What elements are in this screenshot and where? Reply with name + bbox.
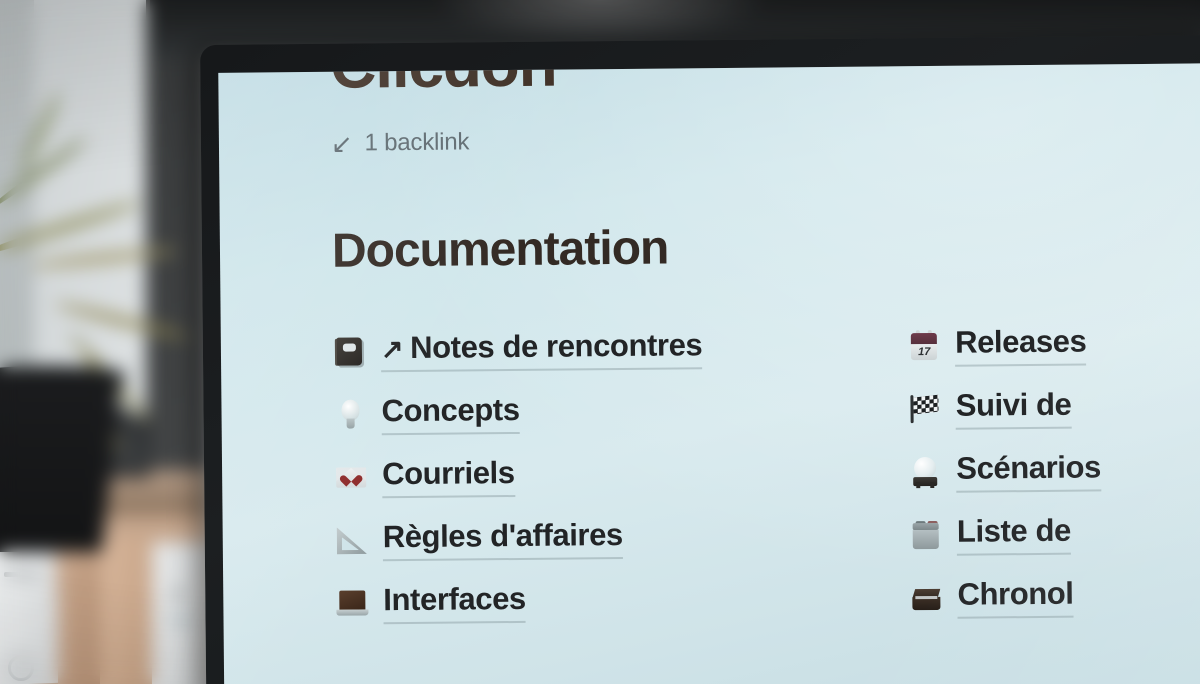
love-letter-icon [334, 460, 368, 494]
card-box-icon [909, 517, 943, 551]
list-item-label: Notes de rencontres [409, 326, 703, 365]
calendar-day: 17 [911, 343, 938, 360]
list-item[interactable]: ↗ Notes de rencontres [333, 314, 908, 383]
monitor-screen: Clicdon ↙ 1 backlink Documentation ↗ Not… [218, 63, 1200, 684]
arrow-down-left-icon: ↙ [330, 128, 353, 159]
list-item-label: Suivi de [955, 386, 1072, 423]
list-item[interactable]: Règles d'affaires [334, 503, 909, 572]
monitor-bezel: Clicdon ↙ 1 backlink Documentation ↗ Not… [200, 35, 1200, 684]
doc-link[interactable]: Chronol [957, 575, 1074, 619]
backlink-label: 1 backlink [364, 128, 470, 157]
list-item[interactable]: Chronol [909, 563, 1200, 629]
checkered-flag-icon [908, 391, 942, 425]
document-page: Clicdon ↙ 1 backlink Documentation ↗ Not… [330, 63, 1200, 634]
list-item-label: Releases [954, 323, 1087, 360]
lightbulb-icon [333, 397, 367, 431]
doc-link[interactable]: Interfaces [383, 580, 527, 624]
list-item[interactable]: Interfaces [335, 566, 910, 635]
backlink-indicator[interactable]: ↙ 1 backlink [331, 121, 1200, 158]
list-item-label: Concepts [381, 391, 520, 428]
doc-link[interactable]: Concepts [381, 391, 520, 435]
laptop-icon [335, 586, 369, 620]
list-item[interactable]: Scénarios [908, 437, 1200, 503]
list-item-label: Chronol [957, 575, 1074, 612]
list-item-label: Interfaces [383, 580, 526, 617]
doc-link[interactable]: Règles d'affaires [382, 516, 624, 561]
documentation-right-column: 17 Releases Suivi de Scénarios Liste de … [907, 311, 1200, 629]
list-item-label: Scénarios [956, 448, 1102, 486]
documentation-left-column: ↗ Notes de rencontres Concepts Courriels… [333, 314, 910, 634]
list-item-label: Règles d'affaires [382, 516, 623, 554]
external-link-arrow-icon: ↗ [380, 333, 404, 364]
doc-link[interactable]: Liste de [956, 512, 1072, 556]
triangular-ruler-icon [335, 523, 369, 557]
notebook-icon [333, 334, 367, 368]
doc-link[interactable]: Courriels [381, 454, 515, 498]
crystal-ball-icon [908, 454, 942, 488]
doc-link[interactable]: Releases [954, 323, 1087, 367]
section-heading-documentation: Documentation [331, 221, 669, 278]
card-tray-icon [909, 580, 943, 614]
list-item[interactable]: Courriels [334, 440, 909, 509]
list-item[interactable]: Liste de [909, 500, 1200, 566]
documentation-columns: ↗ Notes de rencontres Concepts Courriels… [333, 311, 1200, 635]
list-item-label: Courriels [381, 454, 515, 491]
page-title: Clicdon [329, 63, 557, 102]
list-item[interactable]: 17 Releases [907, 311, 1200, 377]
calendar-icon: 17 [907, 328, 941, 362]
doc-link[interactable]: Scénarios [956, 448, 1102, 493]
list-item[interactable]: Concepts [333, 377, 908, 446]
doc-link[interactable]: Suivi de [955, 386, 1072, 430]
doc-link[interactable]: ↗ Notes de rencontres [380, 326, 703, 372]
list-item[interactable]: Suivi de [907, 374, 1200, 440]
list-item-label: Liste de [956, 512, 1072, 549]
